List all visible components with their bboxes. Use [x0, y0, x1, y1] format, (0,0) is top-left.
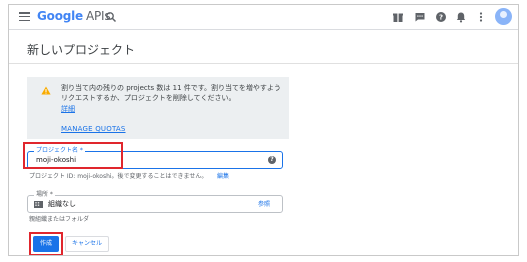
gift-icon[interactable] — [392, 11, 404, 23]
menu-icon[interactable] — [19, 12, 30, 22]
avatar[interactable] — [495, 8, 512, 25]
console-window: Google APIs ? 新しいプロジェクト 割り当て内の残りの projec… — [8, 4, 519, 256]
notifications-icon[interactable] — [455, 11, 467, 23]
project-name-label: プロジェクト名 * — [34, 147, 85, 154]
brand-google: Google — [37, 9, 83, 23]
quota-message: 割り当て内の残りの projects 数は 11 件です。割り当てを増やすようリ… — [61, 84, 281, 102]
more-vert-icon[interactable] — [475, 11, 487, 23]
help-icon[interactable]: ? — [435, 11, 447, 23]
divider — [9, 63, 518, 64]
project-name-field[interactable]: プロジェクト名 * moji-okoshi ? — [27, 147, 283, 169]
location-label: 場所 * — [34, 191, 55, 198]
create-button[interactable]: 作成 — [33, 236, 59, 252]
quota-warning-banner: 割り当て内の残りの projects 数は 11 件です。割り当てを増やすようリ… — [27, 77, 289, 139]
chat-icon[interactable] — [414, 11, 426, 23]
cancel-button[interactable]: キャンセル — [65, 236, 109, 252]
page-title: 新しいプロジェクト — [27, 43, 136, 57]
details-link[interactable]: 詳細 — [61, 104, 75, 114]
manage-quotas-button[interactable]: MANAGE QUOTAS — [61, 125, 126, 133]
project-id-text: プロジェクト ID: moji-okoshi。後で変更することはできません。 — [29, 173, 208, 180]
edit-project-id-link[interactable]: 編集 — [217, 173, 229, 181]
project-name-input[interactable]: moji-okoshi — [36, 156, 76, 165]
warning-icon — [41, 86, 51, 95]
search-icon[interactable] — [105, 11, 117, 23]
top-app-bar: Google APIs ? — [9, 5, 518, 30]
organization-icon — [34, 201, 43, 208]
brand-logo[interactable]: Google APIs — [37, 9, 111, 23]
location-value: 組織なし — [48, 200, 76, 208]
location-helper-text: 親組織またはフォルダ — [29, 216, 90, 223]
browse-button[interactable]: 参照 — [258, 200, 270, 209]
svg-text:?: ? — [439, 14, 443, 22]
help-icon[interactable]: ? — [268, 156, 276, 164]
location-field[interactable]: 場所 * 組織なし 参照 — [27, 191, 283, 213]
